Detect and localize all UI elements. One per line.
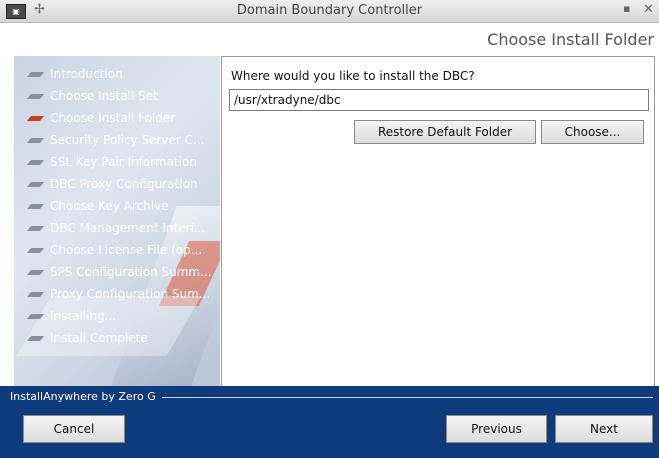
sidebar-step-label: DBC Management Interf... bbox=[50, 221, 206, 235]
sidebar-step: DBC Management Interf... bbox=[14, 218, 220, 240]
step-bullet-icon bbox=[26, 336, 45, 341]
minimize-icon[interactable]: ▪ bbox=[623, 2, 630, 15]
sidebar-step-label: Security Policy Server C... bbox=[50, 133, 205, 147]
sidebar-step-label: Choose Install Folder bbox=[50, 111, 176, 125]
install-folder-prompt: Where would you like to install the DBC? bbox=[231, 69, 475, 83]
step-bullet-icon bbox=[26, 292, 45, 297]
step-header: Choose Install Folder bbox=[0, 23, 659, 56]
sidebar-step: Installing... bbox=[14, 306, 220, 328]
current-step-bullet-icon bbox=[26, 116, 45, 121]
sidebar-step-label: Proxy Configuration Sum... bbox=[50, 287, 211, 301]
brand-label: InstallAnywhere by Zero G bbox=[10, 390, 162, 403]
sidebar-step: Choose Install Folder bbox=[14, 108, 220, 130]
step-bullet-icon bbox=[26, 314, 45, 319]
close-icon[interactable]: ✕ bbox=[643, 2, 654, 17]
step-bullet-icon bbox=[26, 138, 45, 143]
step-bullet-icon bbox=[26, 72, 45, 77]
sidebar-step: Security Policy Server C... bbox=[14, 130, 220, 152]
step-bullet-icon bbox=[26, 160, 45, 165]
sidebar-step: Choose License File (op... bbox=[14, 240, 220, 262]
step-bullet-icon bbox=[26, 204, 45, 209]
sidebar-step-label: Choose Key Archive bbox=[50, 199, 169, 213]
window-title: Domain Boundary Controller bbox=[236, 3, 423, 18]
sidebar-step-label: Choose License File (op... bbox=[50, 243, 203, 257]
sidebar-step-label: Installing... bbox=[50, 309, 117, 323]
sidebar-step: SSL Key Pair Information bbox=[14, 152, 220, 174]
cancel-button[interactable]: Cancel bbox=[23, 415, 125, 443]
main-panel: Where would you like to install the DBC?… bbox=[221, 56, 655, 387]
sidebar-step-label: Choose Install Set bbox=[50, 89, 158, 103]
footer-bar: InstallAnywhere by Zero G Cancel Previou… bbox=[0, 386, 659, 458]
step-bullet-icon bbox=[26, 226, 45, 231]
sidebar-step: Choose Install Set bbox=[14, 86, 220, 108]
step-bullet-icon bbox=[26, 94, 45, 99]
sidebar-step: Introduction bbox=[14, 64, 220, 86]
window-titlebar[interactable]: ▣ ✢ Domain Boundary Controller ▪ ✕ bbox=[0, 0, 659, 23]
sidebar-step: Proxy Configuration Sum... bbox=[14, 284, 220, 306]
sidebar-step-label: Introduction bbox=[50, 67, 123, 81]
sidebar-step: SPS Configuration Summ... bbox=[14, 262, 220, 284]
restore-default-folder-button[interactable]: Restore Default Folder bbox=[354, 120, 536, 144]
step-bullet-icon bbox=[26, 270, 45, 275]
sidebar-step: Install Complete bbox=[14, 328, 220, 350]
sidebar-step: Choose Key Archive bbox=[14, 196, 220, 218]
next-button[interactable]: Next bbox=[555, 415, 653, 443]
sidebar-step-label: DBC Proxy Configuration bbox=[50, 177, 198, 191]
install-steps-list: Introduction Choose Install Set Choose Ins… bbox=[14, 64, 220, 350]
sidebar-step-label: SPS Configuration Summ... bbox=[50, 265, 212, 279]
brand-row: InstallAnywhere by Zero G bbox=[0, 390, 659, 404]
sidebar-step: DBC Proxy Configuration bbox=[14, 174, 220, 196]
sidebar-step-label: Install Complete bbox=[50, 331, 148, 345]
install-steps-sidebar: Introduction Choose Install Set Choose Ins… bbox=[14, 56, 220, 386]
install-path-input[interactable] bbox=[229, 89, 649, 111]
step-bullet-icon bbox=[26, 182, 45, 187]
page-title: Choose Install Folder bbox=[487, 30, 654, 49]
previous-button[interactable]: Previous bbox=[446, 415, 547, 443]
sidebar-step-label: SSL Key Pair Information bbox=[50, 155, 197, 169]
choose-folder-button[interactable]: Choose... bbox=[541, 120, 644, 144]
step-bullet-icon bbox=[26, 248, 45, 253]
